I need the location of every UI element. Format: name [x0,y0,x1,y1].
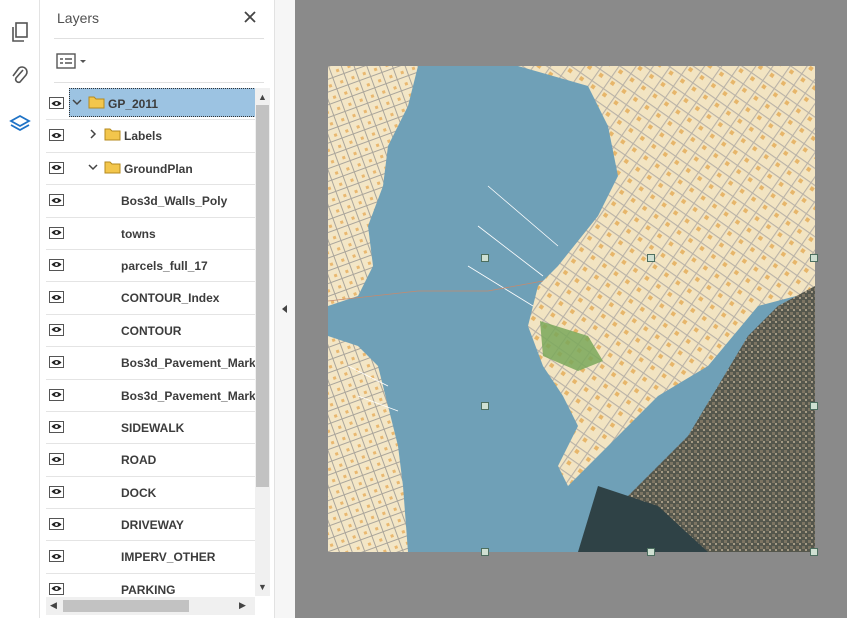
layer-row[interactable]: Bos3d_Pavement_Markir [46,380,256,412]
folder-icon [104,160,121,174]
layer-name: GroundPlan [124,161,193,176]
close-icon[interactable] [239,6,261,28]
layer-row[interactable]: SIDEWALK [46,412,256,445]
layer-row[interactable]: Labels [46,120,256,153]
visibility-eye-icon[interactable] [49,518,64,531]
visibility-eye-icon[interactable] [49,194,64,207]
layer-name: SIDEWALK [121,420,185,435]
layer-row[interactable]: DRIVEWAY [46,509,256,542]
chevron-right-icon[interactable] [87,128,99,140]
selection-handle[interactable] [481,402,489,410]
layer-row[interactable]: IMPERV_OTHER [46,541,256,574]
layer-name: GP_2011 [108,97,159,111]
pages-icon[interactable] [6,18,34,46]
visibility-eye-icon[interactable] [49,258,64,271]
layer-name: ROAD [121,453,157,468]
visibility-eye-icon[interactable] [49,485,64,498]
scroll-right-arrow[interactable]: ▶ [239,600,246,611]
scroll-left-arrow[interactable]: ◀ [50,600,57,611]
selection-handle[interactable] [810,254,818,262]
visibility-eye-icon[interactable] [49,356,64,369]
layer-name: Bos3d_Walls_Poly [121,194,228,209]
map-graphic [328,66,815,552]
visibility-eye-icon[interactable] [49,550,64,563]
selection-handle[interactable] [810,402,818,410]
divider [54,38,264,39]
layer-name: parcels_full_17 [121,258,208,273]
layers-panel: Layers GP_2011 Labels GroundPlan Bos3d_Wall… [41,0,274,618]
panel-collapse-handle[interactable] [274,0,295,618]
layer-row[interactable]: CONTOUR [46,315,256,348]
layers-icon[interactable] [6,110,34,138]
visibility-eye-icon[interactable] [49,129,64,142]
layer-name: CONTOUR_Index [121,291,220,306]
scroll-thumb[interactable] [63,600,189,612]
visibility-eye-icon[interactable] [49,291,64,304]
visibility-eye-icon[interactable] [49,226,64,239]
collapse-arrow-icon [282,305,287,313]
layer-row[interactable]: CONTOUR_Index [46,282,256,315]
layer-row[interactable]: DOCK [46,477,256,510]
tool-rail [0,0,40,618]
horizontal-scrollbar[interactable]: ◀ ▶ [46,597,255,615]
layer-row[interactable]: Bos3d_Walls_Poly [46,185,256,218]
visibility-eye-icon[interactable] [49,420,64,433]
chevron-down-icon[interactable] [87,161,99,173]
layer-row[interactable]: ROAD [46,444,256,477]
visibility-eye-icon[interactable] [49,97,64,109]
visibility-eye-icon[interactable] [49,582,64,595]
visibility-eye-icon[interactable] [49,388,64,401]
selection-handle[interactable] [810,548,818,556]
selection-handle[interactable] [481,254,489,262]
layer-row[interactable]: GP_2011 [46,88,256,121]
panel-title: Layers [57,10,100,26]
scroll-thumb[interactable] [256,105,269,487]
attachments-icon[interactable] [6,62,34,90]
layer-row[interactable]: Bos3d_Pavement_Markir [46,347,256,380]
layer-name: CONTOUR [121,323,182,338]
layer-tree: GP_2011 Labels GroundPlan Bos3d_Walls_Polyt… [46,88,256,596]
selection-handle[interactable] [481,548,489,556]
selection-handle[interactable] [647,254,655,262]
layer-row[interactable]: towns [46,218,256,250]
folder-icon [104,127,121,141]
vertical-scrollbar[interactable]: ▲ ▼ [255,88,270,596]
layer-name: PARKING [121,582,176,596]
layer-name: IMPERV_OTHER [121,550,216,565]
divider [54,82,264,83]
layer-name: DOCK [121,485,157,500]
visibility-eye-icon[interactable] [49,453,64,466]
chevron-down-icon[interactable] [71,96,83,108]
visibility-eye-icon[interactable] [49,161,64,174]
scroll-up-arrow[interactable]: ▲ [258,92,267,102]
layer-name: Labels [124,129,163,144]
map-image[interactable] [328,66,815,552]
scroll-down-arrow[interactable]: ▼ [258,582,267,592]
options-menu-button[interactable] [55,50,95,72]
visibility-eye-icon[interactable] [49,323,64,336]
folder-icon [88,95,105,109]
layer-name: towns [121,226,156,241]
layer-name: Bos3d_Pavement_Markir [121,356,256,371]
selection-handle[interactable] [647,548,655,556]
layer-name: Bos3d_Pavement_Markir [121,388,256,403]
layer-row[interactable]: PARKING [46,574,256,596]
layer-row[interactable]: GroundPlan [46,153,256,186]
layer-row[interactable]: parcels_full_17 [46,250,256,283]
layer-name: DRIVEWAY [121,518,184,533]
document-area [295,0,847,618]
options-menu-icon [56,53,86,69]
